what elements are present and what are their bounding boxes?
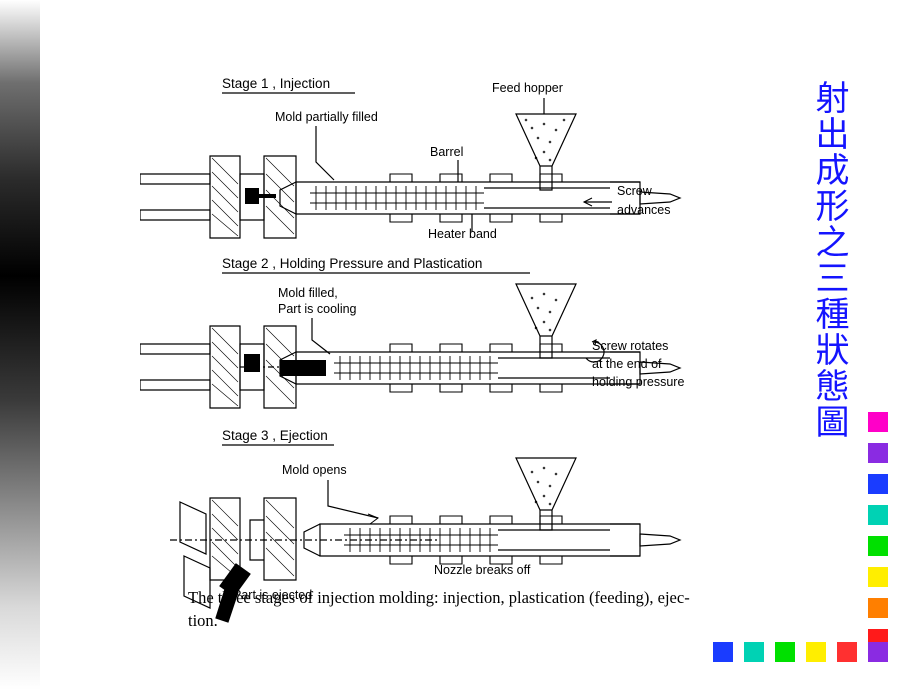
figure-svg: Stage 1 , Injection Mold partially fille… [140,76,684,623]
stage2-label-moldfilled: Mold filled, [278,286,338,300]
chip-7 [868,598,888,618]
stage1-label-advances: advances [617,203,671,217]
stage1-label-screw: Screw [617,184,653,198]
row-chip-6 [868,642,888,662]
slide-content-card: Stage 1 , Injection Mold partially fille… [40,32,880,662]
left-gradient-strip [0,0,40,690]
stage2-label-endof: at the end of [592,357,662,371]
caption-line-1: The three stages of injection molding: i… [188,588,690,608]
caption-line-2: tion. [188,610,218,630]
decorative-chip-column [868,412,888,649]
stage1-label-mold: Mold partially filled [275,110,378,124]
chip-5 [868,536,888,556]
stage1-label-heater: Heater band [428,227,497,241]
stage3-heading: Stage 3 , Ejection [222,428,328,443]
stage2-label-cooling: Part is cooling [278,302,357,316]
vertical-title: 射出成形之三種狀態圖 [809,80,849,440]
stage2-label-holding: holding pressure [592,375,684,389]
row-chip-4 [806,642,826,662]
slide-root: Stage 1 , Injection Mold partially fille… [0,0,920,690]
decorative-chip-row [713,642,888,662]
injection-molding-figure: Stage 1 , Injection Mold partially fille… [140,62,780,662]
chip-4 [868,505,888,525]
chip-1 [868,412,888,432]
stage1-heading: Stage 1 , Injection [222,76,330,91]
stage1-label-hopper: Feed hopper [492,81,563,95]
row-chip-2 [744,642,764,662]
chip-3 [868,474,888,494]
chip-2 [868,443,888,463]
row-chip-1 [713,642,733,662]
row-chip-3 [775,642,795,662]
stage3-label-moldopens: Mold opens [282,463,347,477]
figure-caption: The three stages of injection molding: i… [188,587,748,632]
chip-6 [868,567,888,587]
stage3-label-nozzle: Nozzle breaks off [434,563,531,577]
stage1-label-barrel: Barrel [430,145,463,159]
row-chip-5 [837,642,857,662]
stage2-heading: Stage 2 , Holding Pressure and Plasticat… [222,256,482,271]
